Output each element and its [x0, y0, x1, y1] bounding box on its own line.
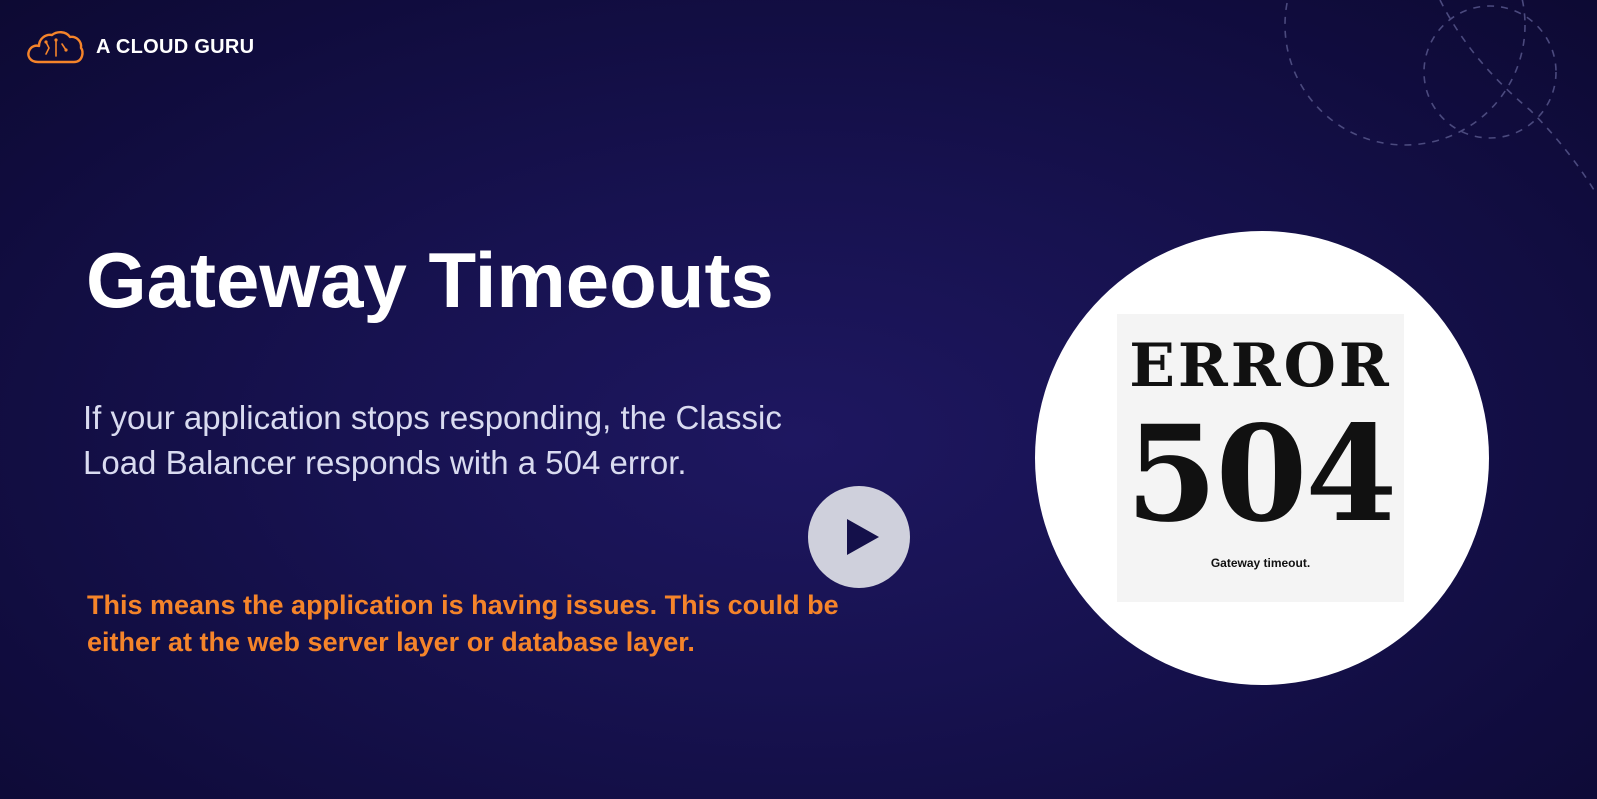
video-slide: A CLOUD GURU Gateway Timeouts If your ap…: [0, 0, 1597, 799]
slide-title: Gateway Timeouts: [86, 236, 774, 324]
cloud-logo-icon: [27, 31, 84, 64]
brand-logo: A CLOUD GURU: [26, 30, 254, 64]
error-caption: Gateway timeout.: [1210, 556, 1311, 570]
play-button[interactable]: [808, 486, 910, 588]
error-code: 504: [1125, 397, 1398, 552]
error-504-image-frame: ERROR 504 Gateway timeout.: [1035, 231, 1489, 685]
slide-highlight-text: This means the application is having iss…: [87, 590, 839, 657]
error-504-image: ERROR 504 Gateway timeout.: [1117, 314, 1404, 602]
brand-name: A CLOUD GURU: [96, 35, 255, 58]
slide-body-text: If your application stops responding, th…: [83, 399, 782, 481]
play-icon: [847, 519, 879, 555]
error-word: ERROR: [1129, 331, 1392, 401]
